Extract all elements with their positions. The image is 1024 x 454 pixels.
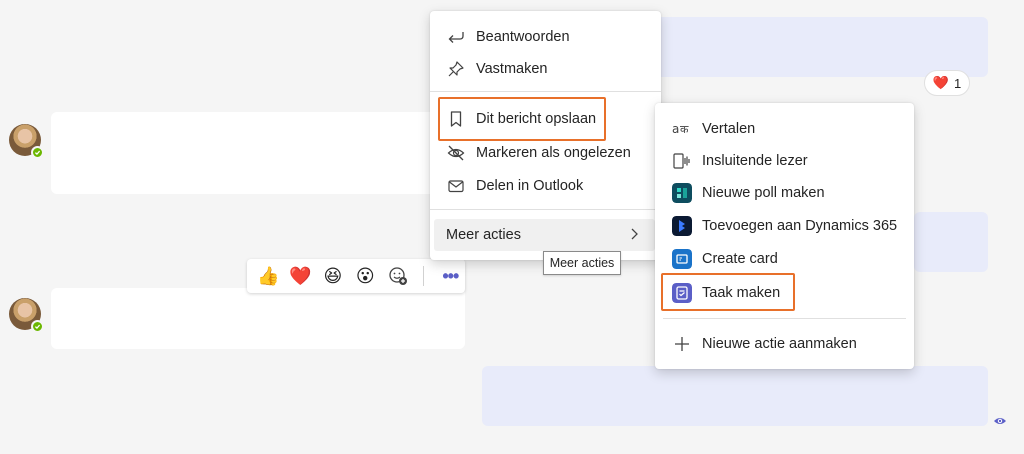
incoming-message <box>51 288 465 349</box>
heart-reaction-button[interactable]: ❤️ <box>287 263 313 290</box>
reaction-count-badge[interactable]: ❤️ 1 <box>924 70 970 96</box>
create-card-menu-item[interactable]: Create card <box>655 243 914 275</box>
translate-icon: a क <box>672 119 692 139</box>
create-task-label: Taak maken <box>702 285 781 301</box>
new-poll-menu-item[interactable]: Nieuwe poll maken <box>655 177 914 209</box>
translate-menu-item[interactable]: a क Vertalen <box>655 113 914 145</box>
add-reaction-icon[interactable] <box>384 263 410 290</box>
message-context-menu: Beantwoorden Vastmaken Dit bericht opsla… <box>430 11 661 260</box>
more-actions-submenu: a क Vertalen Insluitende lezer Nieuwe po… <box>655 103 914 369</box>
create-task-menu-item[interactable]: Taak maken <box>655 277 914 309</box>
bookmark-icon <box>446 109 466 129</box>
pin-menu-item[interactable]: Vastmaken <box>430 53 661 85</box>
share-outlook-label: Delen in Outlook <box>476 178 584 194</box>
plus-icon <box>672 334 692 354</box>
poll-app-icon <box>672 183 692 203</box>
reply-icon <box>446 27 466 47</box>
new-action-label: Nieuwe actie aanmaken <box>702 336 857 352</box>
more-actions-label: Meer acties <box>446 227 521 243</box>
outgoing-message <box>655 17 988 77</box>
svg-text:क: क <box>680 123 689 136</box>
status-available-icon <box>31 146 44 159</box>
pin-icon <box>446 59 466 79</box>
reply-label: Beantwoorden <box>476 29 570 45</box>
outgoing-message <box>914 212 988 272</box>
reaction-count: 1 <box>953 75 962 91</box>
laugh-reaction-button[interactable]: 😆 <box>320 263 346 290</box>
mark-unread-label: Markeren als ongelezen <box>476 145 631 161</box>
dynamics-menu-item[interactable]: Toevoegen aan Dynamics 365 <box>655 210 914 242</box>
translate-label: Vertalen <box>702 121 756 137</box>
chevron-right-icon <box>627 227 641 245</box>
mark-unread-icon <box>446 143 466 163</box>
immersive-reader-label: Insluitende lezer <box>702 153 808 169</box>
dynamics-label: Toevoegen aan Dynamics 365 <box>702 218 898 234</box>
more-actions-menu-item[interactable]: Meer acties <box>434 219 655 251</box>
dynamics-365-icon <box>672 216 692 236</box>
divider <box>422 266 424 286</box>
card-app-icon <box>672 249 692 269</box>
menu-divider <box>663 318 906 319</box>
immersive-reader-menu-item[interactable]: Insluitende lezer <box>655 145 914 177</box>
menu-divider <box>430 209 661 210</box>
more-options-icon[interactable]: ••• <box>436 261 465 291</box>
heart-reaction-icon: ❤️ <box>932 75 949 90</box>
save-message-label: Dit bericht opslaan <box>476 111 597 127</box>
mail-icon <box>446 176 466 196</box>
avatar[interactable] <box>9 124 44 159</box>
share-outlook-menu-item[interactable]: Delen in Outlook <box>430 170 661 202</box>
like-reaction-button[interactable]: 👍 <box>255 263 281 290</box>
save-message-menu-item[interactable]: Dit bericht opslaan <box>430 103 661 135</box>
reply-menu-item[interactable]: Beantwoorden <box>430 21 661 53</box>
more-actions-tooltip: Meer acties <box>543 251 621 275</box>
menu-divider <box>430 91 661 92</box>
planner-task-icon <box>672 283 692 303</box>
seen-eye-icon <box>994 418 1006 424</box>
svg-text:a: a <box>672 122 679 136</box>
status-available-icon <box>31 320 44 333</box>
avatar[interactable] <box>9 298 44 333</box>
immersive-reader-icon <box>672 151 692 171</box>
surprised-reaction-button[interactable]: 😮 <box>352 263 378 290</box>
mark-unread-menu-item[interactable]: Markeren als ongelezen <box>430 137 661 169</box>
outgoing-message <box>482 366 988 426</box>
incoming-message <box>51 112 465 194</box>
create-card-label: Create card <box>702 251 778 267</box>
quick-reaction-bar: 👍 ❤️ 😆 😮 ••• <box>247 259 465 293</box>
new-action-menu-item[interactable]: Nieuwe actie aanmaken <box>655 328 914 360</box>
pin-label: Vastmaken <box>476 61 548 77</box>
new-poll-label: Nieuwe poll maken <box>702 185 825 201</box>
